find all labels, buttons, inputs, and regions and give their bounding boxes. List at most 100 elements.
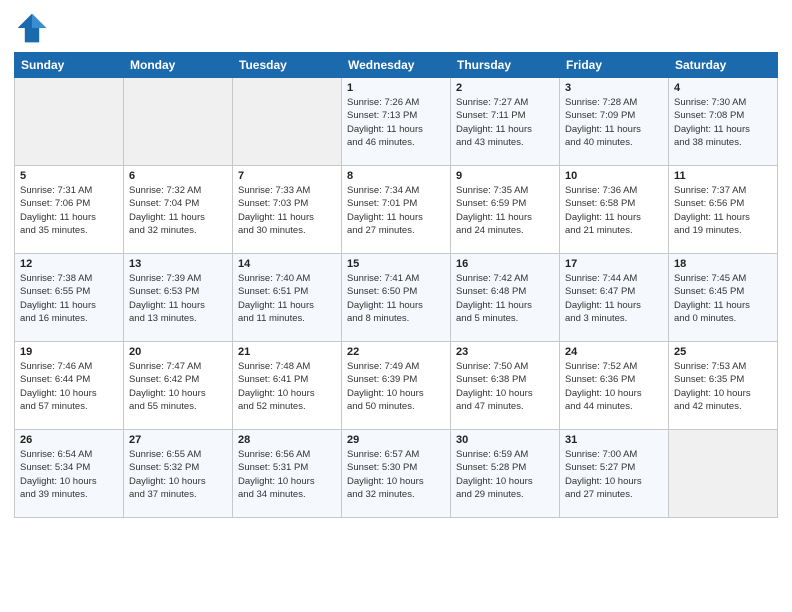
day-cell: 15 Sunrise: 7:41 AM Sunset: 6:50 PM Dayli… [342,254,451,342]
day-cell: 9 Sunrise: 7:35 AM Sunset: 6:59 PM Daylig… [451,166,560,254]
header-day-tuesday: Tuesday [233,53,342,78]
day-info: Sunrise: 7:45 AM Sunset: 6:45 PM Dayligh… [674,272,772,325]
day-cell: 14 Sunrise: 7:40 AM Sunset: 6:51 PM Dayli… [233,254,342,342]
day-info: Sunrise: 7:30 AM Sunset: 7:08 PM Dayligh… [674,96,772,149]
day-cell: 12 Sunrise: 7:38 AM Sunset: 6:55 PM Dayli… [15,254,124,342]
header-day-wednesday: Wednesday [342,53,451,78]
day-cell: 5Sunrise: 7:31 AM Sunset: 7:06 PM Daylig… [15,166,124,254]
day-info: Sunrise: 7:37 AM Sunset: 6:56 PM Dayligh… [674,184,772,237]
day-cell: 24 Sunrise: 7:52 AM Sunset: 6:36 PM Dayli… [560,342,669,430]
day-info: Sunrise: 7:47 AM Sunset: 6:42 PM Dayligh… [129,360,227,413]
day-info: Sunrise: 6:57 AM Sunset: 5:30 PM Dayligh… [347,448,445,501]
week-row-5: 26 Sunrise: 6:54 AM Sunset: 5:34 PM Dayli… [15,430,778,518]
day-cell: 19 Sunrise: 7:46 AM Sunset: 6:44 PM Dayli… [15,342,124,430]
day-number: 9 [456,170,554,182]
day-info: Sunrise: 6:55 AM Sunset: 5:32 PM Dayligh… [129,448,227,501]
day-cell: 28 Sunrise: 6:56 AM Sunset: 5:31 PM Dayli… [233,430,342,518]
day-cell: 22Sunrise: 7:49 AM Sunset: 6:39 PM Dayli… [342,342,451,430]
day-number: 8 [347,170,445,182]
day-cell: 17 Sunrise: 7:44 AM Sunset: 6:47 PM Dayli… [560,254,669,342]
day-number: 2 [456,82,554,94]
day-info: Sunrise: 7:00 AM Sunset: 5:27 PM Dayligh… [565,448,663,501]
day-info: Sunrise: 7:31 AM Sunset: 7:06 PM Dayligh… [20,184,118,237]
day-info: Sunrise: 6:59 AM Sunset: 5:28 PM Dayligh… [456,448,554,501]
day-info: Sunrise: 7:38 AM Sunset: 6:55 PM Dayligh… [20,272,118,325]
day-number: 25 [674,346,772,358]
day-info: Sunrise: 7:44 AM Sunset: 6:47 PM Dayligh… [565,272,663,325]
day-info: Sunrise: 7:48 AM Sunset: 6:41 PM Dayligh… [238,360,336,413]
day-info: Sunrise: 7:35 AM Sunset: 6:59 PM Dayligh… [456,184,554,237]
header-day-sunday: Sunday [15,53,124,78]
day-info: Sunrise: 7:46 AM Sunset: 6:44 PM Dayligh… [20,360,118,413]
day-number: 26 [20,434,118,446]
day-cell [15,78,124,166]
day-number: 19 [20,346,118,358]
day-cell [233,78,342,166]
day-cell: 1Sunrise: 7:26 AM Sunset: 7:13 PM Daylig… [342,78,451,166]
day-info: Sunrise: 7:52 AM Sunset: 6:36 PM Dayligh… [565,360,663,413]
day-info: Sunrise: 7:27 AM Sunset: 7:11 PM Dayligh… [456,96,554,149]
page: SundayMondayTuesdayWednesdayThursdayFrid… [0,0,792,532]
day-cell: 3Sunrise: 7:28 AM Sunset: 7:09 PM Daylig… [560,78,669,166]
day-number: 20 [129,346,227,358]
day-cell: 10 Sunrise: 7:36 AM Sunset: 6:58 PM Dayli… [560,166,669,254]
day-number: 31 [565,434,663,446]
week-row-2: 5Sunrise: 7:31 AM Sunset: 7:06 PM Daylig… [15,166,778,254]
header [14,10,778,46]
day-number: 16 [456,258,554,270]
day-number: 7 [238,170,336,182]
day-info: Sunrise: 6:56 AM Sunset: 5:31 PM Dayligh… [238,448,336,501]
day-number: 23 [456,346,554,358]
day-number: 24 [565,346,663,358]
day-number: 11 [674,170,772,182]
logo [14,10,54,46]
day-number: 30 [456,434,554,446]
week-row-3: 12 Sunrise: 7:38 AM Sunset: 6:55 PM Dayli… [15,254,778,342]
day-cell: 31 Sunrise: 7:00 AM Sunset: 5:27 PM Dayli… [560,430,669,518]
day-cell: 2 Sunrise: 7:27 AM Sunset: 7:11 PM Daylig… [451,78,560,166]
day-cell: 29 Sunrise: 6:57 AM Sunset: 5:30 PM Dayli… [342,430,451,518]
day-number: 14 [238,258,336,270]
day-info: Sunrise: 7:40 AM Sunset: 6:51 PM Dayligh… [238,272,336,325]
day-info: Sunrise: 6:54 AM Sunset: 5:34 PM Dayligh… [20,448,118,501]
day-info: Sunrise: 7:50 AM Sunset: 6:38 PM Dayligh… [456,360,554,413]
week-row-4: 19 Sunrise: 7:46 AM Sunset: 6:44 PM Dayli… [15,342,778,430]
day-number: 21 [238,346,336,358]
day-number: 22 [347,346,445,358]
day-cell: 18 Sunrise: 7:45 AM Sunset: 6:45 PM Dayli… [669,254,778,342]
day-cell: 30 Sunrise: 6:59 AM Sunset: 5:28 PM Dayli… [451,430,560,518]
day-info: Sunrise: 7:26 AM Sunset: 7:13 PM Dayligh… [347,96,445,149]
day-cell: 7 Sunrise: 7:33 AM Sunset: 7:03 PM Daylig… [233,166,342,254]
day-info: Sunrise: 7:34 AM Sunset: 7:01 PM Dayligh… [347,184,445,237]
day-cell: 11 Sunrise: 7:37 AM Sunset: 6:56 PM Dayli… [669,166,778,254]
day-cell [124,78,233,166]
day-number: 17 [565,258,663,270]
header-day-monday: Monday [124,53,233,78]
day-cell: 13Sunrise: 7:39 AM Sunset: 6:53 PM Dayli… [124,254,233,342]
day-cell: 21 Sunrise: 7:48 AM Sunset: 6:41 PM Dayli… [233,342,342,430]
day-cell: 20 Sunrise: 7:47 AM Sunset: 6:42 PM Dayli… [124,342,233,430]
day-info: Sunrise: 7:36 AM Sunset: 6:58 PM Dayligh… [565,184,663,237]
day-number: 18 [674,258,772,270]
day-number: 3 [565,82,663,94]
day-info: Sunrise: 7:41 AM Sunset: 6:50 PM Dayligh… [347,272,445,325]
day-cell: 6Sunrise: 7:32 AM Sunset: 7:04 PM Daylig… [124,166,233,254]
day-number: 13 [129,258,227,270]
day-number: 4 [674,82,772,94]
day-number: 28 [238,434,336,446]
day-info: Sunrise: 7:53 AM Sunset: 6:35 PM Dayligh… [674,360,772,413]
day-number: 29 [347,434,445,446]
header-day-friday: Friday [560,53,669,78]
day-number: 12 [20,258,118,270]
day-cell: 25 Sunrise: 7:53 AM Sunset: 6:35 PM Dayli… [669,342,778,430]
day-cell: 23 Sunrise: 7:50 AM Sunset: 6:38 PM Dayli… [451,342,560,430]
day-cell: 16Sunrise: 7:42 AM Sunset: 6:48 PM Dayli… [451,254,560,342]
day-cell: 27 Sunrise: 6:55 AM Sunset: 5:32 PM Dayli… [124,430,233,518]
day-number: 15 [347,258,445,270]
header-row: SundayMondayTuesdayWednesdayThursdayFrid… [15,53,778,78]
day-number: 27 [129,434,227,446]
calendar-table: SundayMondayTuesdayWednesdayThursdayFrid… [14,52,778,518]
day-info: Sunrise: 7:33 AM Sunset: 7:03 PM Dayligh… [238,184,336,237]
day-number: 10 [565,170,663,182]
week-row-1: 1Sunrise: 7:26 AM Sunset: 7:13 PM Daylig… [15,78,778,166]
